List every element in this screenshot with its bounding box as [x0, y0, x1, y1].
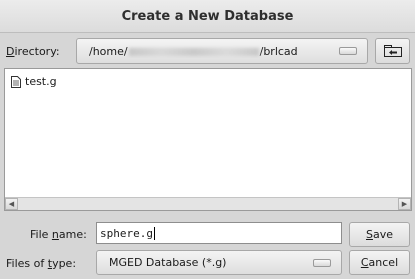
- horizontal-scrollbar[interactable]: ◀ ▶: [5, 197, 411, 210]
- text-cursor: [153, 226, 155, 240]
- file-name: test.g: [25, 75, 57, 88]
- filetype-combobox[interactable]: MGED Database (*.g): [96, 250, 342, 275]
- filename-label-rest: ame:: [58, 228, 87, 241]
- save-label-mnemonic: S: [365, 228, 373, 241]
- cancel-label-mnemonic: C: [360, 256, 369, 269]
- directory-path-start: /home/: [89, 44, 128, 58]
- filename-input[interactable]: sphere.g: [96, 222, 342, 244]
- filetype-label-pre: Files of: [6, 257, 48, 270]
- directory-label: Directory:: [6, 45, 60, 58]
- filename-label-pre: File: [30, 228, 52, 241]
- save-label-rest: ave: [372, 228, 393, 241]
- combobox-indicator-icon: [313, 258, 331, 267]
- redacted-path-segment: [128, 47, 259, 56]
- directory-label-rest: irectory:: [14, 45, 60, 58]
- combobox-indicator-icon: [339, 47, 357, 55]
- cancel-label-rest: ancel: [368, 256, 399, 269]
- filetype-label: Files of type:: [6, 257, 76, 270]
- filename-label: File name:: [30, 228, 87, 241]
- filename-label-mnemonic: n: [51, 228, 59, 241]
- filetype-selected: MGED Database (*.g): [109, 256, 227, 269]
- scroll-right-arrow-icon[interactable]: ▶: [398, 198, 411, 210]
- filename-value: sphere.g: [100, 226, 153, 240]
- directory-combobox[interactable]: /home/ /brlcad: [76, 38, 368, 64]
- dialog-title: Create a New Database: [0, 0, 415, 33]
- up-directory-button[interactable]: [375, 38, 410, 64]
- filetype-label-rest: ype:: [52, 257, 77, 270]
- file-icon: [11, 75, 21, 88]
- cancel-button[interactable]: Cancel: [349, 250, 410, 275]
- file-list[interactable]: test.g ◀ ▶: [4, 68, 412, 211]
- scroll-left-arrow-icon[interactable]: ◀: [5, 198, 18, 210]
- directory-path-end: /brlcad: [259, 44, 298, 58]
- directory-path: /home/ /brlcad: [77, 45, 339, 58]
- save-button[interactable]: Save: [349, 222, 410, 247]
- list-item[interactable]: test.g: [11, 75, 57, 88]
- folder-up-icon: [383, 45, 402, 57]
- dialog-title-text: Create a New Database: [121, 8, 294, 24]
